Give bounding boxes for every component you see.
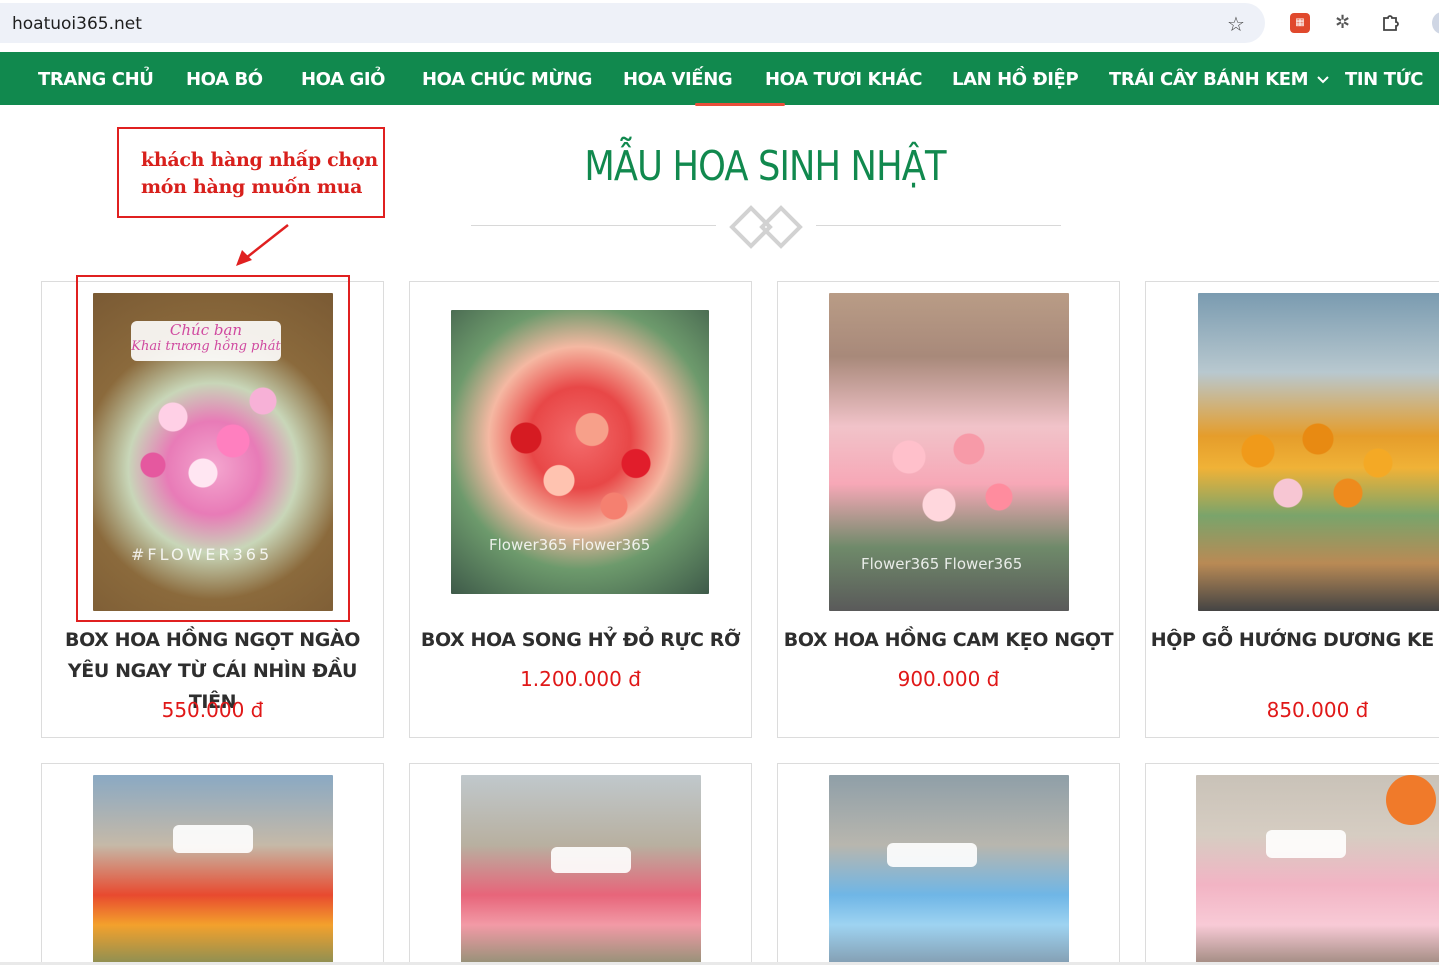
image-watermark: Flower365 Flower365 xyxy=(489,536,651,554)
product-image[interactable] xyxy=(829,775,1069,965)
url-text[interactable]: hoatuoi365.net xyxy=(12,14,142,34)
product-name[interactable]: BOX HOA SONG HỶ ĐỎ RỰC RỠ xyxy=(410,625,751,656)
flower-arrangement xyxy=(849,393,1049,553)
gear-extension-icon[interactable]: ✲ xyxy=(1335,12,1355,32)
chevron-down-icon xyxy=(1317,76,1329,84)
nav-item-hoa-chuc-mung[interactable]: HOA CHÚC MỪNG xyxy=(422,69,592,90)
product-name[interactable]: HỘP GỖ HƯỚNG DƯƠNG KE DÂU xyxy=(1146,625,1439,656)
profile-avatar[interactable] xyxy=(1432,12,1439,34)
nav-item-hoa-bo[interactable]: HOA BÓ xyxy=(186,69,263,90)
annotation-arrow-icon xyxy=(236,224,289,266)
nav-item-hoa-tuoi-khac[interactable]: HOA TƯƠI KHÁC xyxy=(765,69,922,90)
product-price: 550.000 đ xyxy=(161,698,264,722)
puzzle-extension-icon[interactable] xyxy=(1380,11,1402,33)
nav-item-home[interactable]: TRANG CHỦ xyxy=(38,69,154,90)
selection-highlight-box xyxy=(76,275,350,622)
flower-arrangement xyxy=(471,370,691,540)
flower-arrangement xyxy=(1218,403,1418,523)
product-price: 900.000 đ xyxy=(897,667,1000,691)
greeting-card-sign xyxy=(1266,830,1346,858)
annotation-line-1: khách hàng nhấp chọn xyxy=(141,149,378,171)
product-image[interactable] xyxy=(1198,293,1439,611)
product-card[interactable]: HỘP GỖ HƯỚNG DƯƠNG KE DÂU 850.000 đ xyxy=(1145,281,1439,738)
annotation-text: khách hàng nhấp chọn món hàng muốn mua xyxy=(141,147,378,201)
greeting-card-sign xyxy=(173,825,253,853)
star-icon[interactable]: ☆ xyxy=(1227,12,1245,37)
balloon xyxy=(1386,775,1436,825)
nav-item-tin-tuc[interactable]: TIN TỨC xyxy=(1345,69,1423,90)
nav-item-hoa-gio[interactable]: HOA GIỎ xyxy=(301,69,385,90)
greeting-card-sign xyxy=(551,847,631,873)
product-card[interactable] xyxy=(41,763,384,965)
main-navigation: TRANG CHỦ HOA BÓ HOA GIỎ HOA CHÚC MỪNG H… xyxy=(0,52,1439,105)
product-price: 1.200.000 đ xyxy=(520,667,641,691)
product-image[interactable]: Flower365 Flower365 xyxy=(451,310,709,594)
nav-item-label: TRÁI CÂY BÁNH KEM xyxy=(1109,69,1309,90)
product-image[interactable] xyxy=(461,775,701,965)
divider-right xyxy=(816,225,1061,226)
product-card[interactable]: Flower365 Flower365 BOX HOA SONG HỶ ĐỎ R… xyxy=(409,281,752,738)
product-card[interactable]: Flower365 Flower365 BOX HOA HỒNG CAM KẸO… xyxy=(777,281,1120,738)
product-card[interactable] xyxy=(777,763,1120,965)
browser-toolbar: hoatuoi365.net ☆ ▦ ✲ xyxy=(0,0,1439,52)
annotation-line-2: món hàng muốn mua xyxy=(141,176,363,198)
product-name[interactable]: BOX HOA HỒNG CAM KẸO NGỌT xyxy=(778,625,1119,656)
nav-item-trai-cay-banh-kem[interactable]: TRÁI CÂY BÁNH KEM xyxy=(1109,69,1329,90)
product-image[interactable]: Flower365 Flower365 xyxy=(829,293,1069,611)
nav-item-lan-ho-diep[interactable]: LAN HỒ ĐIỆP xyxy=(952,69,1079,90)
product-image[interactable] xyxy=(1196,775,1439,965)
calendar-extension-icon[interactable]: ▦ xyxy=(1290,13,1310,33)
product-card[interactable] xyxy=(409,763,752,965)
image-watermark: Flower365 Flower365 xyxy=(861,555,1023,573)
address-bar[interactable]: hoatuoi365.net ☆ xyxy=(0,3,1265,43)
product-name-text: HỘP GỖ HƯỚNG DƯƠNG KE DÂU xyxy=(1150,629,1439,651)
nav-active-indicator xyxy=(695,103,785,106)
divider-left xyxy=(471,225,716,226)
greeting-card-sign xyxy=(887,843,977,867)
product-image[interactable] xyxy=(93,775,333,965)
annotation-callout: khách hàng nhấp chọn món hàng muốn mua xyxy=(117,127,385,218)
product-price: 850.000 đ xyxy=(1266,698,1369,722)
nav-item-hoa-vieng[interactable]: HOA VIẾNG xyxy=(623,69,733,90)
diamond-ornament-icon xyxy=(729,205,803,249)
product-card[interactable] xyxy=(1145,763,1439,965)
